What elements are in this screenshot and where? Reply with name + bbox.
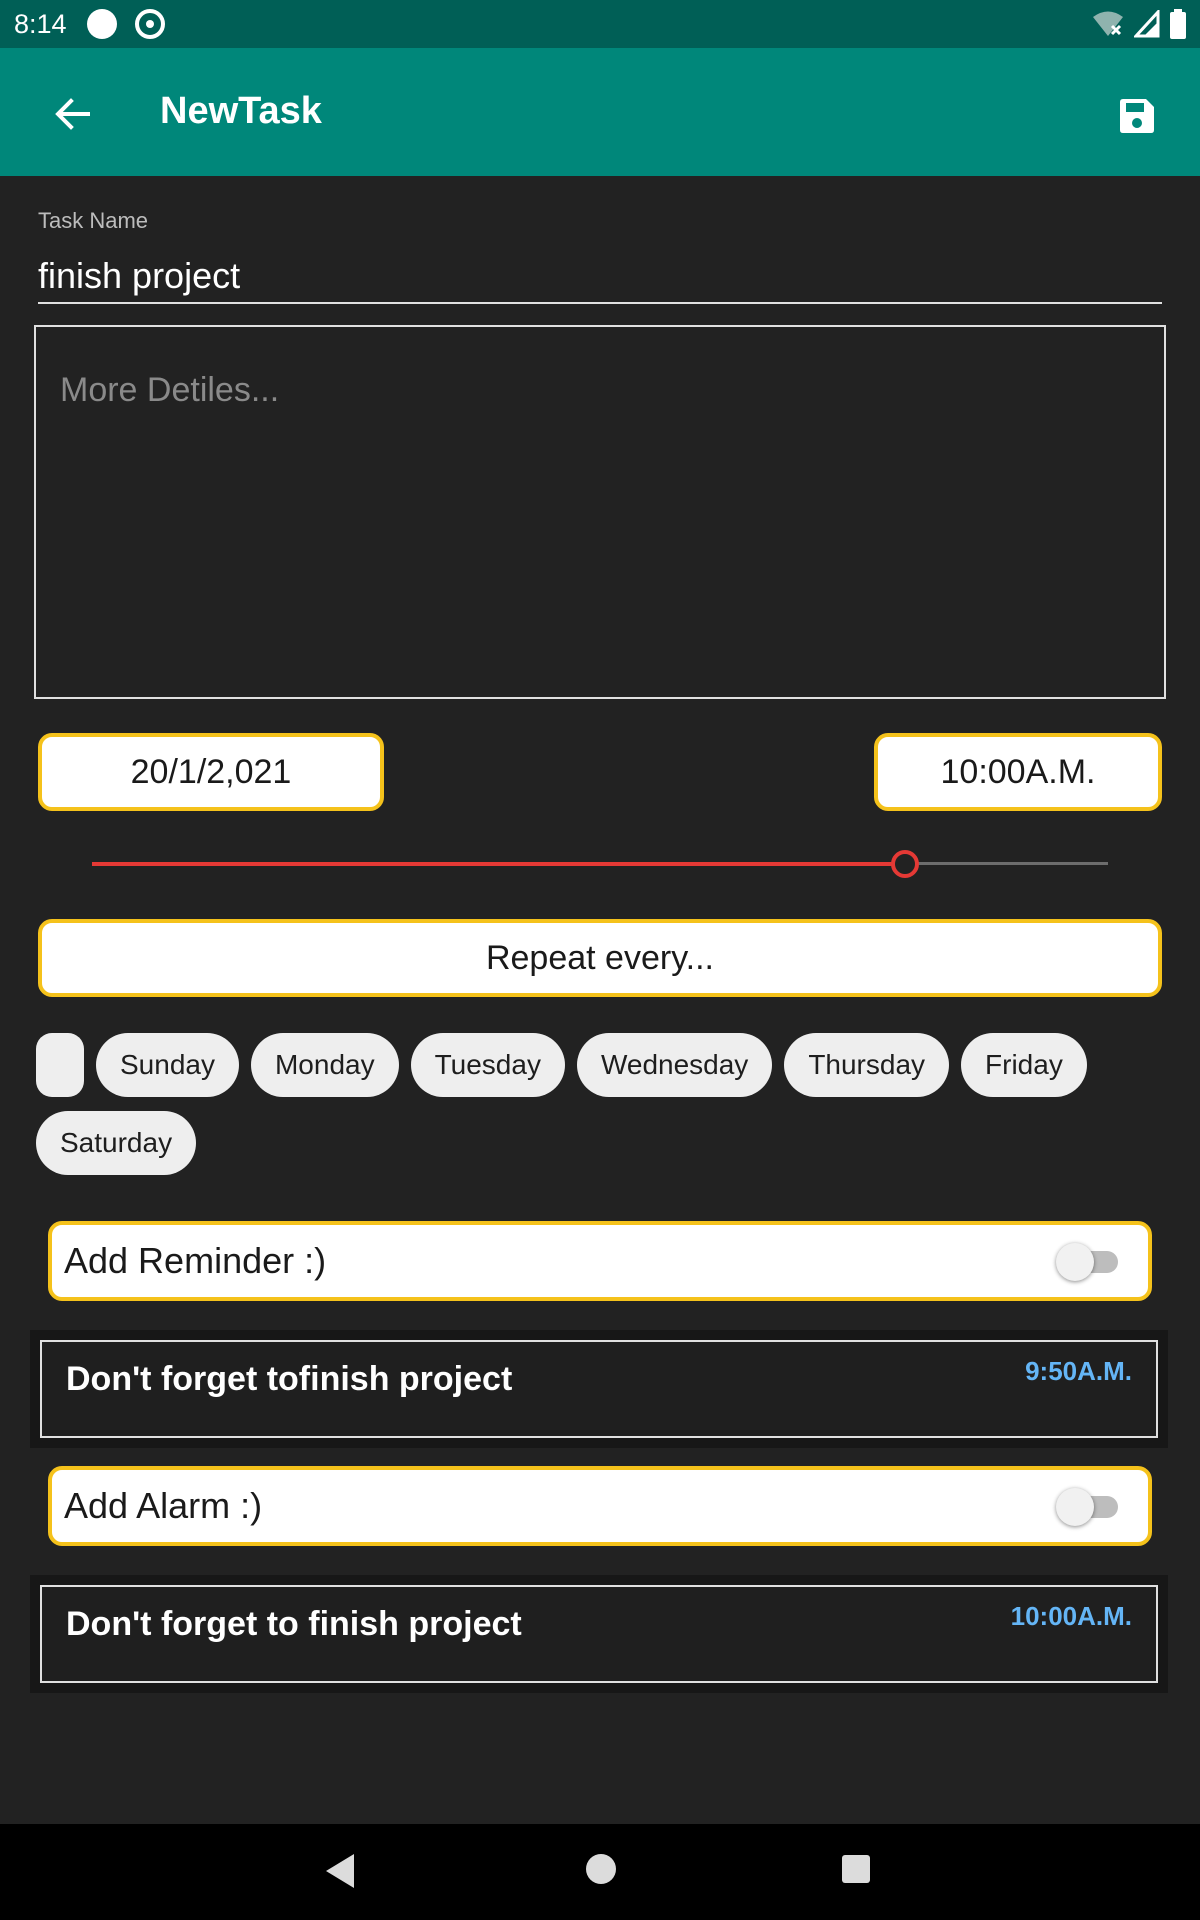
slider-track-active (92, 862, 905, 866)
back-button[interactable] (40, 82, 104, 146)
system-nav-bar (0, 1824, 1200, 1920)
slider-thumb[interactable] (890, 850, 919, 878)
time-button[interactable]: 10:00A.M. (874, 733, 1162, 811)
wifi-off-icon (1093, 11, 1123, 36)
day-chips: Sunday Monday Tuesday Wednesday Thursday… (36, 1033, 1166, 1175)
alarm-note: Don't forget to finish project 10:00A.M. (30, 1575, 1168, 1693)
status-bar: 8:14 (0, 0, 1200, 48)
battery-icon (1170, 9, 1186, 39)
day-chip-empty[interactable] (36, 1033, 84, 1097)
day-chip-wednesday[interactable]: Wednesday (576, 1033, 773, 1097)
day-chip-thursday[interactable]: Thursday (784, 1033, 950, 1097)
day-chip-friday[interactable]: Friday (961, 1033, 1087, 1097)
arrow-back-icon (55, 98, 90, 130)
alarm-note-text: Don't forget to finish project (66, 1605, 522, 1643)
day-chip-saturday[interactable]: Saturday (36, 1111, 197, 1175)
task-name-label: Task Name (38, 208, 149, 233)
slider-track (904, 862, 1108, 865)
day-chip-monday[interactable]: Monday (250, 1033, 399, 1097)
reminder-note-box: Don't forget tofinish project 9:50A.M. (40, 1340, 1158, 1438)
add-alarm-label: Add Alarm :) (64, 1485, 263, 1526)
reminder-switch[interactable] (1056, 1241, 1120, 1281)
notification-dot-icon (86, 9, 117, 39)
switch-thumb (1056, 1488, 1094, 1526)
switch-thumb (1056, 1243, 1094, 1281)
add-alarm-row[interactable]: Add Alarm :) (48, 1466, 1152, 1546)
nav-home-icon[interactable] (586, 1854, 616, 1884)
save-icon (1120, 99, 1154, 133)
reminder-note-time: 9:50A.M. (1025, 1356, 1132, 1386)
alarm-note-time: 10:00A.M. (1010, 1601, 1132, 1631)
reminder-note: Don't forget tofinish project 9:50A.M. (30, 1330, 1168, 1448)
nav-back-icon[interactable] (326, 1854, 354, 1888)
reminder-note-text: Don't forget tofinish project (66, 1360, 513, 1398)
day-chip-sunday[interactable]: Sunday (96, 1033, 239, 1097)
status-time: 8:14 (14, 8, 67, 39)
page-title: NewTask (160, 90, 322, 132)
app-bar: NewTask (0, 48, 1200, 176)
nav-recents-icon[interactable] (842, 1855, 870, 1883)
alarm-note-box: Don't forget to finish project 10:00A.M. (40, 1585, 1158, 1683)
alarm-switch[interactable] (1056, 1486, 1120, 1526)
add-reminder-row[interactable]: Add Reminder :) (48, 1221, 1152, 1301)
at-sign-icon (134, 9, 165, 39)
repeat-every-button[interactable]: Repeat every... (38, 919, 1162, 997)
day-chip-tuesday[interactable]: Tuesday (410, 1033, 565, 1097)
task-name-input[interactable] (38, 250, 1162, 304)
details-textarea[interactable] (34, 325, 1166, 699)
priority-slider[interactable] (92, 840, 1108, 888)
save-button[interactable] (1105, 84, 1169, 148)
add-reminder-label: Add Reminder :) (64, 1240, 327, 1281)
cell-signal-icon (1134, 10, 1160, 38)
date-button[interactable]: 20/1/2,021 (38, 733, 384, 811)
